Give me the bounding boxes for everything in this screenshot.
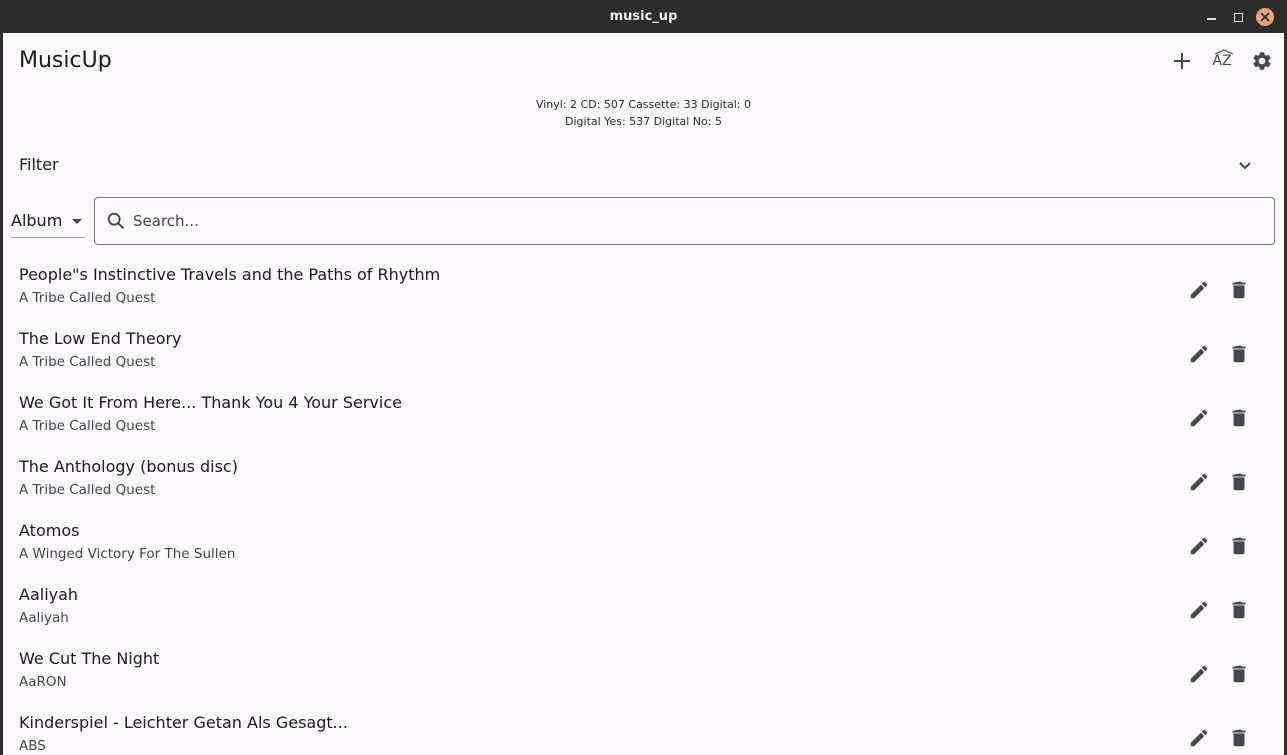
search-field-selected: Album [11,211,63,230]
trash-icon [1232,729,1246,747]
album-artist: A Winged Victory For The Sullen [19,546,236,562]
edit-button[interactable] [1179,526,1219,566]
filter-label: Filter [19,155,59,174]
pencil-icon [1190,537,1208,555]
search-input[interactable] [133,198,1263,244]
pencil-icon [1190,473,1208,491]
edit-button[interactable] [1179,718,1219,755]
trash-icon [1232,281,1246,299]
list-item[interactable]: Atomos A Winged Victory For The Sullen [3,514,1284,578]
album-title: Aaliyah [19,585,79,604]
add-button[interactable] [1162,41,1202,81]
search-box [94,197,1275,245]
album-title: People"s Instinctive Travels and the Pat… [19,265,441,284]
search-icon [107,212,125,230]
album-artist: A Tribe Called Quest [19,418,156,434]
media-count-stats: Vinyl: 2 CD: 507 Cassette: 33 Digital: 0 [535,98,752,111]
filter-expander[interactable]: Filter [3,145,1284,183]
delete-button[interactable] [1219,462,1259,502]
delete-button[interactable] [1219,334,1259,374]
sort-button[interactable]: AZ [1202,41,1242,81]
trash-icon [1232,345,1246,363]
album-artist: A Tribe Called Quest [19,482,156,498]
pencil-icon [1190,409,1208,427]
album-list: People"s Instinctive Travels and the Pat… [3,258,1284,755]
delete-button[interactable] [1219,398,1259,438]
digital-count-stats: Digital Yes: 537 Digital No: 5 [565,115,722,128]
album-title: We Got It From Here... Thank You 4 Your … [19,393,402,412]
list-item[interactable]: People"s Instinctive Travels and the Pat… [3,258,1284,322]
edit-button[interactable] [1179,334,1219,374]
edit-button[interactable] [1179,654,1219,694]
dropdown-arrow-icon [72,219,82,224]
trash-icon [1232,473,1246,491]
gear-icon [1253,52,1271,70]
sort-az-icon: AZ [1212,49,1234,69]
album-artist: ABS [19,738,46,754]
settings-button[interactable] [1242,41,1282,81]
list-item[interactable]: The Low End Theory A Tribe Called Quest [3,322,1284,386]
app-title: MusicUp [19,48,112,73]
window-title: music_up [609,9,678,24]
delete-button[interactable] [1219,590,1259,630]
edit-button[interactable] [1179,270,1219,310]
chevron-down-icon [1239,162,1251,170]
trash-icon [1232,601,1246,619]
delete-button[interactable] [1219,526,1259,566]
pencil-icon [1190,665,1208,683]
pencil-icon [1190,281,1208,299]
album-title: We Cut The Night [19,649,160,668]
list-item[interactable]: Kinderspiel - Leichter Getan Als Gesagt.… [3,706,1284,755]
maximize-icon[interactable] [1229,8,1247,26]
window-titlebar: music_up [0,0,1287,33]
album-title: Kinderspiel - Leichter Getan Als Gesagt.… [19,713,348,732]
search-field-dropdown[interactable]: Album [11,205,85,238]
delete-button[interactable] [1219,654,1259,694]
list-item[interactable]: We Got It From Here... Thank You 4 Your … [3,386,1284,450]
list-item[interactable]: Aaliyah Aaliyah [3,578,1284,642]
edit-button[interactable] [1179,462,1219,502]
close-icon[interactable] [1256,8,1274,26]
trash-icon [1232,665,1246,683]
album-title: Atomos [19,521,80,540]
album-artist: AaRON [19,674,67,690]
trash-icon [1232,409,1246,427]
app-window: MusicUp AZ Vinyl: 2 CD: 507 Cassette: 33… [3,33,1284,755]
album-artist: Aaliyah [19,610,69,626]
album-title: The Anthology (bonus disc) [19,457,238,476]
delete-button[interactable] [1219,270,1259,310]
edit-button[interactable] [1179,398,1219,438]
list-item[interactable]: We Cut The Night AaRON [3,642,1284,706]
pencil-icon [1190,345,1208,363]
pencil-icon [1190,601,1208,619]
album-artist: A Tribe Called Quest [19,354,156,370]
album-artist: A Tribe Called Quest [19,290,156,306]
delete-button[interactable] [1219,718,1259,755]
album-title: The Low End Theory [19,329,182,348]
trash-icon [1232,537,1246,555]
list-item[interactable]: The Anthology (bonus disc) A Tribe Called… [3,450,1284,514]
pencil-icon [1190,729,1208,747]
add-icon [1174,53,1190,69]
minimize-icon[interactable] [1202,8,1220,26]
edit-button[interactable] [1179,590,1219,630]
